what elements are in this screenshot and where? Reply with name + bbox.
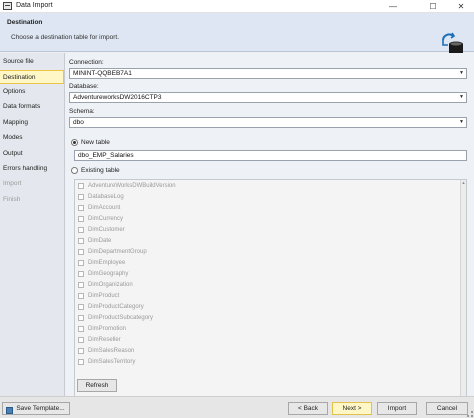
schema-value: dbo (73, 119, 84, 126)
cancel-button[interactable]: Cancel (426, 402, 468, 415)
table-checkbox (78, 183, 84, 189)
page-title: Destination (7, 19, 43, 26)
close-icon[interactable]: ✕ (448, 0, 474, 13)
table-checkbox (78, 271, 84, 277)
minimize-icon[interactable]: — (380, 0, 406, 13)
database-value: AdventureworksDW2016CTP3 (73, 94, 162, 101)
new-table-radio[interactable] (71, 139, 78, 146)
table-checkbox (78, 249, 84, 255)
save-template-label: Save Template... (16, 405, 65, 412)
list-item: DimProductSubcategory (78, 313, 458, 324)
list-item: DimOrganization (78, 280, 458, 291)
wizard-header: Destination Choose a destination table f… (0, 13, 474, 60)
table-checkbox (78, 326, 84, 332)
chevron-down-icon: ▼ (459, 70, 464, 76)
sidebar-item-options[interactable]: Options (0, 85, 64, 99)
window-title: Data Import (16, 2, 53, 9)
existing-table-list: AdventureWorksDWBuildVersion DatabaseLog… (74, 179, 467, 413)
sidebar-item-mapping[interactable]: Mapping (0, 116, 64, 130)
sidebar-item-source-file[interactable]: Source file (0, 55, 64, 69)
next-button[interactable]: Next > (332, 402, 372, 415)
list-item: DatabaseLog (78, 192, 458, 203)
list-item: DimProduct (78, 291, 458, 302)
import-button[interactable]: Import (377, 402, 417, 415)
sidebar-item-modes[interactable]: Modes (0, 131, 64, 145)
maximize-icon[interactable]: ☐ (420, 0, 446, 13)
table-checkbox (78, 282, 84, 288)
list-item: DimPromotion (78, 324, 458, 335)
sidebar-item-import: Import (3, 180, 22, 187)
list-item: DimSalesReason (78, 346, 458, 357)
table-checkbox (78, 238, 84, 244)
existing-table-radio[interactable] (71, 167, 78, 174)
resize-grip-icon[interactable] (467, 411, 473, 417)
schema-select[interactable]: dbo ▼ (69, 117, 467, 128)
list-item: DimReseller (78, 335, 458, 346)
list-item: AdventureWorksDWBuildVersion (78, 181, 458, 192)
sidebar-item-output[interactable]: Output (0, 147, 64, 161)
list-item: DimSalesTerritory (78, 357, 458, 368)
table-checkbox (78, 348, 84, 354)
chevron-down-icon: ▼ (459, 94, 464, 100)
chevron-down-icon: ▼ (459, 119, 464, 125)
refresh-button[interactable]: Refresh (77, 379, 117, 392)
destination-panel: Connection: MININT-QQBEB7A1 ▼ Database: … (66, 53, 474, 418)
list-item: DimCurrency (78, 214, 458, 225)
new-table-name-input[interactable]: dbo_EMP_Salaries (74, 150, 467, 161)
list-scrollbar[interactable]: ▲ ▼ (460, 180, 466, 412)
table-checkbox (78, 337, 84, 343)
title-bar: Data Import — ☐ ✕ (0, 0, 474, 13)
connection-value: MININT-QQBEB7A1 (73, 70, 132, 77)
wizard-footer: Save Template... < Back Next > Import Ca… (0, 396, 474, 418)
list-item: DimProductCategory (78, 302, 458, 313)
list-item: DimEmployee (78, 258, 458, 269)
save-template-button[interactable]: Save Template... (2, 402, 70, 415)
sidebar-item-errors-handling[interactable]: Errors handling (0, 162, 64, 176)
database-select[interactable]: AdventureworksDW2016CTP3 ▼ (69, 92, 467, 103)
back-button[interactable]: < Back (288, 402, 328, 415)
table-checkbox (78, 293, 84, 299)
table-checkbox (78, 227, 84, 233)
table-checkbox (78, 315, 84, 321)
sidebar-item-data-formats[interactable]: Data formats (0, 100, 64, 114)
table-checkbox (78, 304, 84, 310)
list-item: DimDepartmentGroup (78, 247, 458, 258)
table-checkbox (78, 359, 84, 365)
schema-label: Schema: (69, 108, 95, 115)
sidebar-item-finish: Finish (3, 196, 21, 203)
list-item: DimGeography (78, 269, 458, 280)
existing-table-label[interactable]: Existing table (81, 167, 120, 174)
table-checkbox (78, 216, 84, 222)
table-checkbox (78, 205, 84, 211)
floppy-disk-icon (6, 407, 13, 414)
wizard-steps-sidebar: Source file Destination Options Data for… (0, 53, 65, 396)
connection-select[interactable]: MININT-QQBEB7A1 ▼ (69, 68, 467, 79)
connection-label: Connection: (69, 59, 104, 66)
data-import-icon (3, 2, 12, 10)
scroll-up-icon[interactable]: ▲ (461, 180, 466, 186)
page-subtitle: Choose a destination table for import. (11, 34, 120, 41)
sidebar-item-destination[interactable]: Destination (0, 70, 64, 84)
list-item: DimCustomer (78, 225, 458, 236)
new-table-label[interactable]: New table (81, 139, 110, 146)
database-label: Database: (69, 83, 99, 90)
table-checkbox (78, 194, 84, 200)
list-item: DimAccount (78, 203, 458, 214)
list-item: DimDate (78, 236, 458, 247)
table-checkbox (78, 260, 84, 266)
